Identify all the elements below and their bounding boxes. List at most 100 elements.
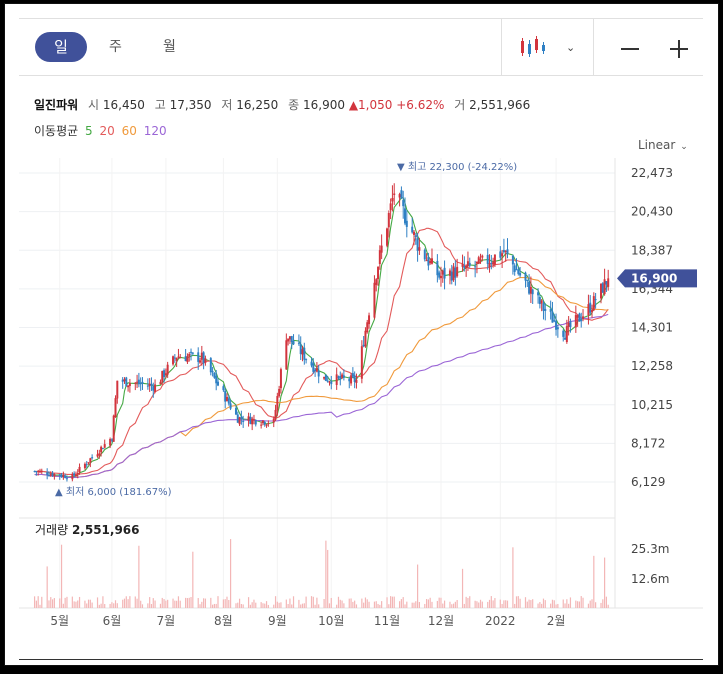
candle (172, 355, 175, 366)
candle-body (49, 474, 52, 476)
volume-bar (591, 599, 593, 608)
volume-bar (291, 604, 293, 608)
candle-body (441, 270, 444, 275)
candle-body (173, 357, 176, 359)
price-chart[interactable]: 22,47320,43018,38716,34414,30112,25810,2… (19, 18, 703, 662)
candle-body (73, 473, 76, 476)
volume-title: 거래량 2,551,966 (35, 523, 140, 537)
x-tick-label: 2월 (547, 614, 566, 628)
candle-body (398, 194, 401, 198)
volume-bar (150, 604, 153, 608)
candle-body (209, 358, 212, 373)
volume-bar (377, 603, 379, 608)
volume-bar (53, 598, 55, 608)
candle (240, 410, 243, 425)
candle-body (136, 381, 139, 383)
candle (114, 395, 117, 418)
candle-body (152, 386, 155, 391)
candle-body (366, 322, 369, 333)
volume-bar (492, 600, 494, 608)
candle-body (238, 417, 241, 425)
candle (285, 333, 288, 370)
volume-bar (399, 601, 401, 608)
candle-body (184, 356, 187, 362)
candle-body (452, 266, 455, 281)
candle (33, 470, 36, 473)
volume-bar (46, 566, 48, 608)
volume-bar (452, 603, 455, 608)
candle-body (373, 282, 376, 318)
candle (278, 385, 281, 398)
volume-bar (229, 539, 232, 608)
candle-body (225, 397, 228, 402)
candle (247, 412, 250, 427)
candle (506, 238, 509, 259)
volume-bar (249, 604, 251, 608)
volume-bar (262, 603, 264, 608)
x-tick-label: 11월 (374, 614, 400, 628)
current-price-text: 16,900 (631, 271, 677, 285)
volume-bar (589, 600, 591, 608)
candle-body (517, 269, 520, 274)
candle (438, 270, 441, 280)
volume-bar (354, 600, 356, 608)
volume-bar (314, 604, 316, 608)
candle (323, 376, 326, 381)
candle-body (601, 283, 604, 293)
volume-bar (416, 564, 419, 608)
candle (468, 257, 471, 268)
candle-body (413, 231, 415, 235)
volume-bar (278, 602, 280, 608)
volume-bar (51, 599, 54, 608)
x-tick-label: 12월 (428, 614, 454, 628)
volume-bar (431, 601, 433, 608)
volume-bar (260, 602, 262, 608)
volume-bar (440, 597, 442, 608)
volume-bar (134, 596, 136, 608)
volume-bar (100, 603, 102, 608)
volume-bar (443, 600, 446, 608)
candle-body (303, 347, 306, 360)
x-tick-label: 7월 (157, 614, 176, 628)
candle-body (386, 228, 389, 246)
volume-bar (87, 599, 90, 608)
candle-body (123, 379, 126, 382)
candle (184, 348, 187, 362)
volume-bar (467, 597, 469, 608)
volume-bar (226, 596, 228, 608)
volume-title-value: 2,551,966 (72, 523, 140, 537)
volume-bar (386, 597, 388, 608)
volume-bar (390, 596, 392, 608)
candle-body (127, 385, 130, 388)
candle (217, 378, 219, 387)
candle-body (200, 352, 203, 360)
volume-bar (167, 599, 169, 608)
candle-body (574, 315, 577, 328)
volume-bar (363, 602, 365, 608)
chart-window: 일 주 월 ⌄ 일진파워 시 16,450 고 17,350 저 16,250 … (4, 3, 719, 666)
candle-body (556, 327, 559, 330)
candle-body (252, 419, 255, 421)
candle-body (287, 338, 290, 342)
candle-body (580, 320, 583, 322)
candle (511, 254, 514, 275)
volume-bar (179, 600, 181, 608)
candle (134, 381, 137, 391)
candle (391, 185, 394, 212)
candle-body (254, 420, 257, 425)
volume-bar (228, 600, 230, 608)
volume-bar (98, 604, 100, 608)
candle-body (466, 261, 469, 267)
candle (251, 416, 254, 431)
volume-bar (197, 598, 199, 608)
candle-body (297, 342, 300, 344)
candle-body (465, 265, 468, 268)
candle (423, 248, 426, 262)
volume-bar (602, 599, 604, 608)
volume-bar (429, 597, 431, 608)
volume-bar (379, 604, 381, 608)
candle (125, 376, 128, 387)
candle-body (587, 304, 590, 316)
volume-bar (312, 596, 314, 608)
volume-bar (185, 597, 187, 608)
